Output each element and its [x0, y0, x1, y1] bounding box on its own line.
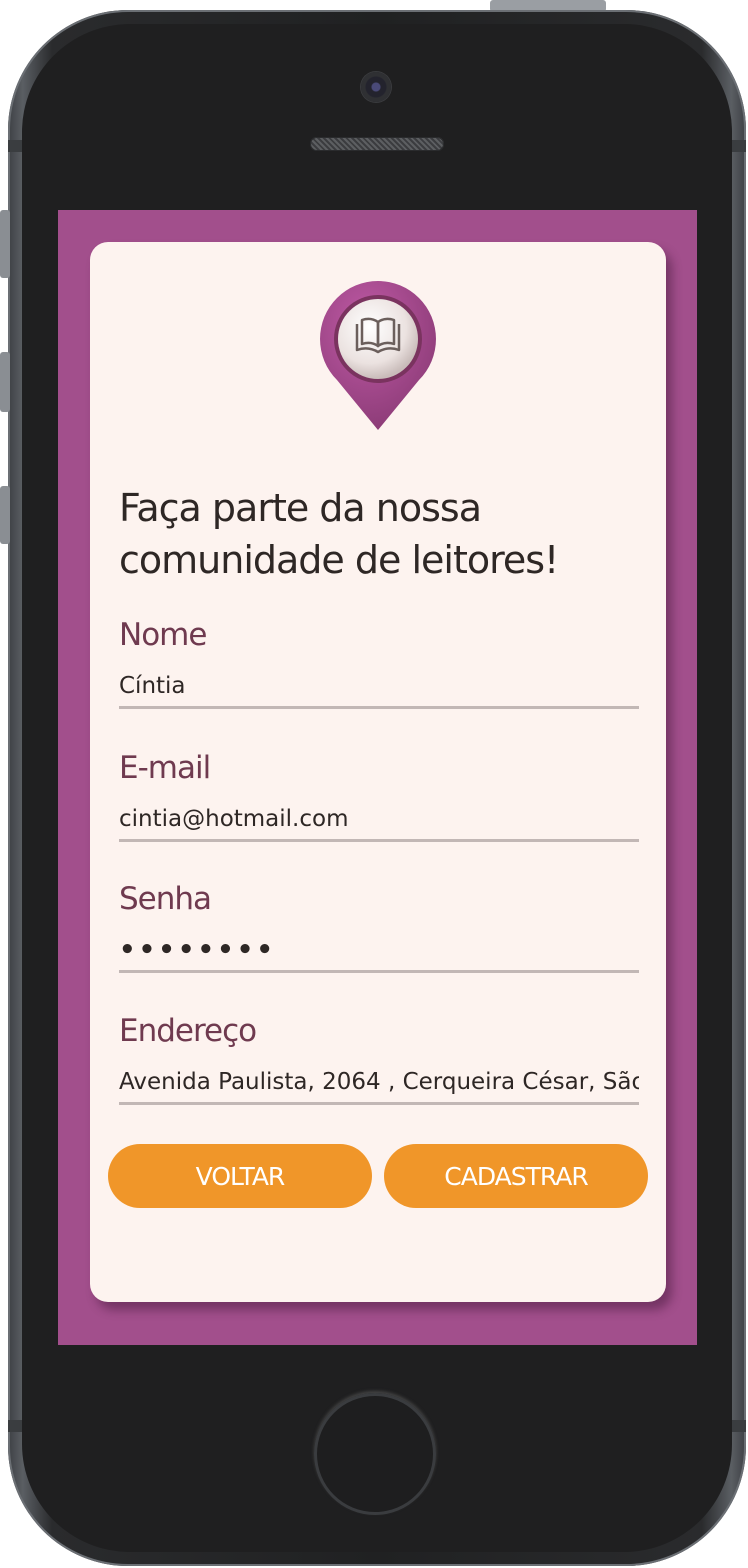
antenna-band: [732, 1420, 746, 1432]
address-field: Endereço Avenida Paulista, 2064 , Cerque…: [119, 1008, 639, 1105]
antenna-band: [732, 140, 746, 152]
antenna-band: [8, 1420, 22, 1432]
register-button[interactable]: CADASTRAR: [384, 1144, 648, 1208]
password-label: Senha: [119, 881, 212, 917]
mute-switch: [0, 210, 10, 278]
back-button[interactable]: VOLTAR: [108, 1144, 372, 1208]
device-mockup: Faça parte da nossa comunidade de leitor…: [0, 0, 748, 1568]
antenna-band: [8, 140, 22, 152]
name-field: Nome Cíntia: [119, 612, 639, 709]
volume-down-button: [0, 486, 10, 544]
book-map-pin-icon: [320, 281, 436, 430]
app-screen: Faça parte da nossa comunidade de leitor…: [58, 210, 697, 1345]
signup-card: Faça parte da nossa comunidade de leitor…: [90, 242, 666, 1302]
password-input[interactable]: ••••••••: [119, 930, 639, 973]
password-field: Senha ••••••••: [119, 876, 639, 973]
page-title: Faça parte da nossa comunidade de leitor…: [119, 486, 559, 582]
address-label: Endereço: [119, 1013, 257, 1049]
name-input[interactable]: Cíntia: [119, 666, 639, 709]
email-label: E-mail: [119, 750, 211, 786]
name-label: Nome: [119, 617, 207, 653]
email-input[interactable]: cintia@hotmail.com: [119, 799, 639, 842]
home-button[interactable]: [314, 1393, 436, 1515]
volume-up-button: [0, 352, 10, 412]
earpiece-speaker: [310, 137, 444, 151]
front-camera-icon: [361, 72, 391, 102]
email-field: E-mail cintia@hotmail.com: [119, 745, 639, 842]
address-input[interactable]: Avenida Paulista, 2064 , Cerqueira César…: [119, 1062, 639, 1105]
